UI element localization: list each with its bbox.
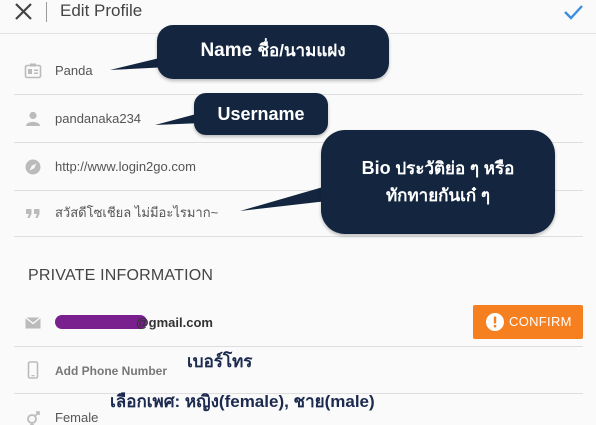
email-redaction: [55, 315, 147, 329]
email-field[interactable]: @gmail.com: [136, 314, 213, 332]
callout-bio-thai: ประวัติย่อ ๆ หรือ: [395, 159, 515, 178]
website-field[interactable]: http://www.login2go.com: [55, 158, 196, 176]
quote-icon: [26, 209, 40, 218]
callout-username-text: Username: [217, 104, 305, 124]
name-field[interactable]: Panda: [55, 62, 93, 80]
callout-bio-bold: Bio: [361, 158, 391, 178]
alert-icon: [486, 313, 504, 331]
phone-field-row[interactable]: Add Phone Number: [14, 346, 583, 394]
bio-field[interactable]: สวัสดีโซเชียล ไม่มีอะไรมาก~: [55, 204, 218, 222]
confirm-label: CONFIRM: [509, 314, 572, 329]
confirm-email-button[interactable]: CONFIRM: [473, 305, 583, 339]
callout-bio-line2: ทักทายกันเก๋ ๆ: [385, 186, 491, 205]
mail-icon: [25, 316, 41, 329]
checkmark-icon[interactable]: [562, 1, 584, 23]
header-divider: [46, 2, 47, 22]
phone-field[interactable]: Add Phone Number: [55, 362, 167, 380]
gender-icon: [27, 411, 40, 425]
person-icon: [26, 111, 40, 126]
close-icon[interactable]: [12, 1, 34, 23]
username-field[interactable]: pandanaka234: [55, 110, 141, 128]
email-field-row[interactable]: @gmail.com CONFIRM: [14, 299, 583, 347]
gender-field[interactable]: Female: [55, 409, 98, 425]
annotation-phone: เบอร์โทร: [187, 352, 253, 371]
compass-icon: [25, 159, 41, 175]
page-title: Edit Profile: [60, 1, 143, 20]
private-info-heading: PRIVATE INFORMATION: [28, 267, 214, 284]
callout-name: Name ชื่อ/นามแฝง: [157, 25, 389, 79]
callout-bio: Bio ประวัติย่อ ๆ หรือ ทักทายกันเก๋ ๆ: [321, 130, 555, 234]
phone-icon: [27, 361, 39, 379]
callout-name-bold: Name: [200, 40, 253, 61]
callout-name-thai: ชื่อ/นามแฝง: [257, 41, 346, 60]
annotation-gender: เลือกเพศ: หญิง(female), ชาย(male): [110, 392, 375, 411]
callout-username: Username: [194, 93, 328, 135]
id-card-icon: [24, 63, 42, 79]
